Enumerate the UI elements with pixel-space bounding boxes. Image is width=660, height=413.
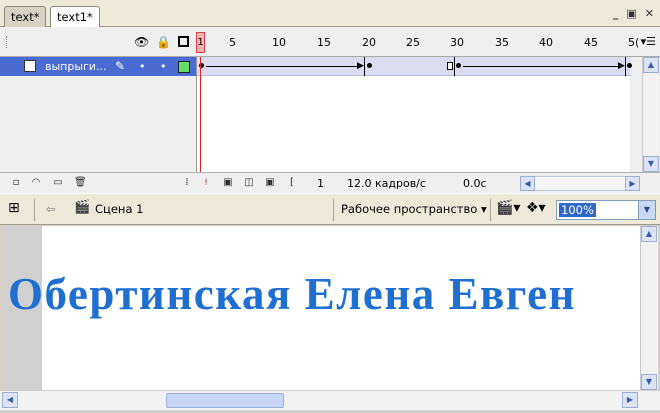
scroll-left-icon[interactable]: ◀ (520, 176, 535, 191)
zoom-select[interactable]: 100% ▼ (556, 200, 656, 220)
restore-icon[interactable]: ▣ (626, 7, 636, 20)
frame-separator (454, 57, 455, 76)
lock-icon[interactable]: 🔒 (156, 35, 171, 49)
modify-onion-markers-icon[interactable]: ⁅ (286, 177, 298, 189)
layer-icon (24, 60, 36, 72)
scene-label: Сцена 1 (95, 202, 144, 216)
edit-multiple-frames-icon[interactable]: ▣ (264, 177, 276, 189)
panel-grip-icon[interactable] (6, 36, 8, 48)
tab-text[interactable]: text* (4, 6, 47, 27)
back-arrow-icon[interactable]: ⇦ (46, 202, 56, 216)
frames-area[interactable]: ▶ ▶ (196, 57, 632, 172)
ruler-label: 40 (539, 36, 553, 49)
flash-window: text* text1* _ ▣ ✕ 👁 🔒 1 5 10 15 20 25 3… (0, 0, 660, 413)
zoom-value[interactable]: 100% (559, 203, 596, 217)
ruler-label: 10 (272, 36, 286, 49)
timeline-panel: 👁 🔒 1 5 10 15 20 25 30 35 40 45 5( 1 ▾☰ … (0, 27, 660, 193)
new-layer-icon[interactable]: ▫ (10, 177, 22, 189)
scroll-up-icon[interactable]: ▲ (643, 57, 659, 73)
scroll-down-icon[interactable]: ▼ (641, 374, 657, 390)
tween-line (463, 66, 621, 67)
ruler-label: 5( (628, 36, 640, 49)
scroll-right-icon[interactable]: ▶ (622, 392, 638, 408)
keyframe[interactable] (367, 63, 372, 68)
playhead-line (200, 57, 201, 172)
outline-icon[interactable] (177, 35, 191, 49)
timeline-horizontal-scrollbar[interactable]: ◀ ▶ (520, 176, 640, 191)
frame-separator (625, 57, 626, 76)
timeline-menu-icon[interactable]: ▾☰ (641, 35, 656, 48)
scene-icon: 🎬 (74, 200, 91, 215)
edit-bar: ⊞ ⇦ 🎬 Сцена 1 Рабочее пространство ▾ 🎬▾ … (0, 193, 660, 225)
eye-icon[interactable]: 👁 (134, 35, 149, 49)
timeline-footer: ▫ ◠ ▭ 🗑 ⁞ ⍿ ▣ ◫ ▣ ⁅ 1 12.0 кадров/с 0.0с… (0, 172, 660, 193)
workspace-menu[interactable]: Рабочее пространство ▾ (341, 202, 487, 216)
frame-rate[interactable]: 12.0 кадров/с (347, 177, 426, 190)
scroll-right-icon[interactable]: ▶ (625, 176, 640, 191)
tween-arrow-icon: ▶ (357, 61, 364, 71)
keyframe[interactable] (456, 63, 461, 68)
scroll-thumb[interactable] (166, 393, 284, 408)
new-folder-icon[interactable]: ▭ (52, 177, 64, 189)
ruler-label: 5 (229, 36, 236, 49)
frame-separator (364, 57, 365, 76)
ruler-label: 30 (450, 36, 464, 49)
visibility-dot-icon[interactable]: • (139, 60, 146, 73)
divider (333, 199, 334, 221)
tween-arrow-icon: ▶ (618, 61, 625, 71)
ruler-label: 20 (362, 36, 376, 49)
stage-text[interactable]: Обертинская Елена Евген (8, 268, 576, 320)
window-controls: _ ▣ ✕ (613, 7, 654, 20)
ruler-label: 15 (317, 36, 331, 49)
close-icon[interactable]: ✕ (645, 7, 654, 20)
ruler-label: 35 (495, 36, 509, 49)
keyframe[interactable] (627, 63, 632, 68)
stage[interactable]: Обертинская Елена Евген (4, 226, 640, 390)
timeline-toggle-icon[interactable]: ⊞ (8, 200, 20, 216)
edit-scene-icon[interactable]: 🎬▾ (496, 200, 520, 216)
tween-line (206, 66, 361, 67)
frame-track[interactable]: ▶ ▶ (197, 57, 632, 76)
center-frame-icon[interactable]: ⍿ (200, 177, 212, 189)
frame-ruler[interactable]: 1 5 10 15 20 25 30 35 40 45 5( (196, 27, 642, 57)
tab-text1[interactable]: text1* (50, 6, 100, 28)
timeline-header: 👁 🔒 1 5 10 15 20 25 30 35 40 45 5( 1 ▾☰ (0, 27, 660, 57)
ruler-label: 45 (584, 36, 598, 49)
layer-outline-color[interactable] (178, 61, 190, 73)
elapsed-time: 0.0с (463, 177, 487, 190)
scroll-down-icon[interactable]: ▼ (643, 156, 659, 172)
minimize-icon[interactable]: _ (613, 7, 619, 20)
edit-symbols-icon[interactable]: ❖▾ (526, 200, 546, 216)
scroll-left-icon[interactable]: ◀ (2, 392, 18, 408)
layer-row[interactable]: выпрыги... ✎ • • (0, 57, 196, 76)
divider (34, 199, 35, 221)
divider (490, 199, 491, 221)
add-motion-guide-icon[interactable]: ◠ (30, 177, 42, 189)
layer-name[interactable]: выпрыги... (45, 60, 106, 73)
document-tab-bar: text* text1* _ ▣ ✕ (0, 0, 660, 28)
playhead-handle[interactable]: 1 (196, 32, 205, 53)
chevron-down-icon[interactable]: ▼ (638, 201, 655, 219)
scroll-up-icon[interactable]: ▲ (641, 226, 657, 242)
onion-skin-outlines-icon[interactable]: ◫ (243, 177, 255, 189)
lock-dot-icon[interactable]: • (160, 60, 167, 73)
timeline-vertical-scrollbar[interactable]: ▲ ▼ (642, 57, 659, 172)
end-frame[interactable] (447, 62, 453, 70)
stage-vertical-scrollbar[interactable]: ▲ ▼ (640, 226, 658, 390)
stage-horizontal-scrollbar[interactable]: ◀ ▶ (0, 390, 660, 410)
onion-skin-icon[interactable]: ▣ (222, 177, 234, 189)
current-frame: 1 (317, 177, 324, 190)
ruler-label: 25 (406, 36, 420, 49)
pencil-icon: ✎ (115, 59, 126, 73)
divider-grip-icon[interactable]: ⁞ (181, 177, 193, 189)
trash-icon[interactable]: 🗑 (74, 177, 87, 189)
